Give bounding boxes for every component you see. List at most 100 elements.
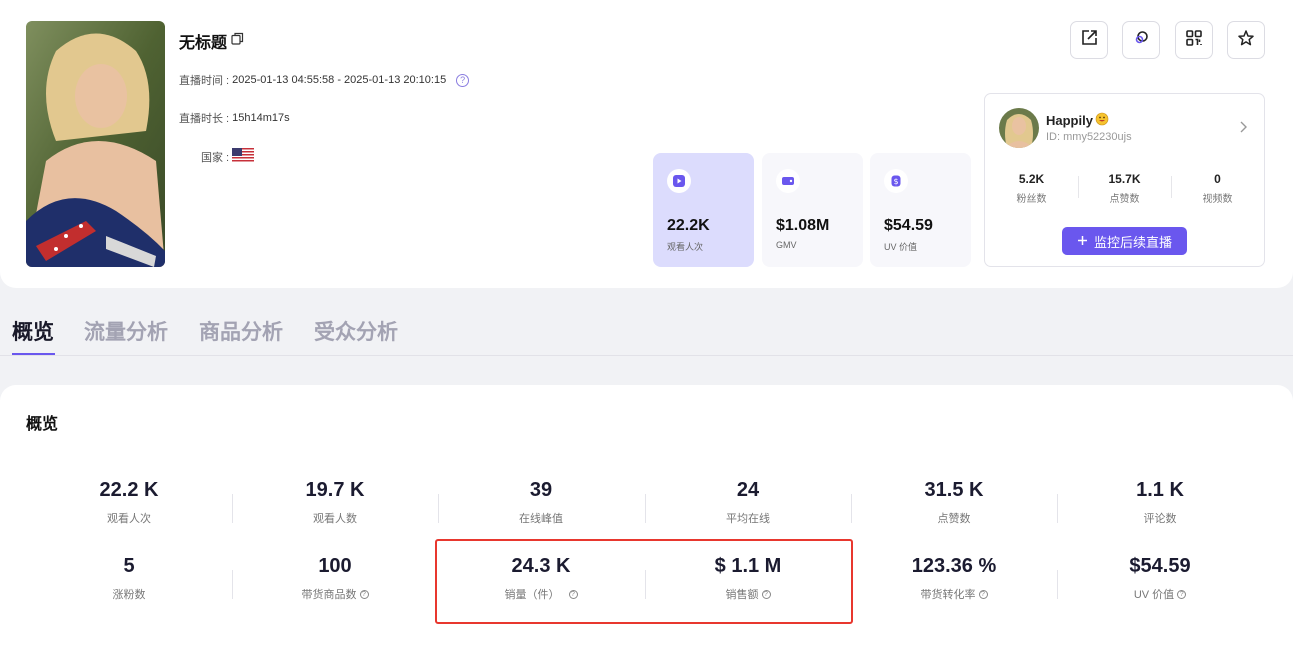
metric-label: 点赞数 (851, 510, 1057, 526)
creator-name-text: Happily (1046, 113, 1093, 128)
qr-code-icon (1185, 29, 1203, 52)
emoji-icon (1095, 112, 1109, 129)
broadcast-time: 直播时间 : 2025-01-13 04:55:58 - 2025-01-13 … (179, 72, 470, 88)
external-link-icon (1080, 29, 1098, 52)
metric-label-text: UV 价值 (1133, 589, 1175, 601)
metric-avg-online: 24 平均在线 (645, 479, 851, 526)
highlight-box (435, 539, 853, 624)
metric-value: 1.1 K (1136, 479, 1184, 501)
kpi-gmv-value: $1.08M (776, 217, 830, 234)
metric-label-text: 观看人数 (313, 513, 357, 525)
metric-label: 观看人次 (26, 510, 232, 526)
metric-viewers: 19.7 K 观看人数 (232, 479, 438, 526)
kpi-views[interactable]: 22.2K 观看人次 (653, 153, 754, 267)
overview-title: 概览 (26, 416, 59, 433)
coin-icon: $ (884, 169, 908, 193)
metric-label: 涨粉数 (26, 586, 232, 602)
play-icon (667, 169, 691, 193)
kpi-views-label: 观看人次 (667, 242, 704, 252)
metric-label-text: 带货商品数 (301, 589, 357, 601)
metric-value: 123.36 % (911, 555, 997, 577)
metric-label: 在线峰值 (438, 510, 644, 526)
videos-label: 视频数 (1202, 194, 1233, 205)
metric-label: 评论数 (1057, 510, 1263, 526)
likes-value: 15.7K (1108, 172, 1141, 186)
metric-label-text: 带货转化率 (920, 589, 976, 601)
copy-icon[interactable] (231, 32, 244, 50)
metric-value: 31.5 K (924, 479, 984, 501)
live-summary-card: 无标题 直播时间 : 2025-01-13 04:55:58 - 2025-01… (0, 0, 1293, 288)
kpi-views-value: 22.2K (667, 217, 710, 234)
metric-comments: 1.1 K 评论数 (1057, 479, 1263, 526)
metric-label: 带货转化率? (851, 586, 1057, 602)
followers-value: 5.2K (1018, 172, 1045, 186)
creator-name[interactable]: Happily (1046, 112, 1109, 129)
metric-label-text: 涨粉数 (112, 589, 146, 601)
broadcast-time-label: 直播时间 : (179, 75, 230, 87)
share-button[interactable] (1070, 21, 1108, 59)
metric-label: 带货商品数? (232, 586, 438, 602)
kpi-gmv-label: GMV (776, 240, 797, 250)
qr-code-button[interactable] (1175, 21, 1213, 59)
tab-product-analysis[interactable]: 商品分析 (199, 316, 283, 346)
link-button[interactable] (1122, 21, 1160, 59)
duration-label: 直播时长 : (179, 113, 230, 125)
metric-label-text: 评论数 (1143, 513, 1177, 525)
metric-label-text: 点赞数 (937, 513, 971, 525)
stream-thumbnail[interactable] (26, 21, 165, 267)
help-icon[interactable]: ? (1177, 589, 1187, 599)
svg-text:$: $ (893, 177, 898, 186)
monitor-live-button[interactable]: 监控后续直播 (1062, 227, 1187, 255)
metric-conversion-rate: 123.36 % 带货转化率? (851, 555, 1057, 602)
creator-followers: 5.2K 粉丝数 (985, 172, 1078, 205)
metric-label-text: 平均在线 (726, 513, 770, 525)
active-tab-indicator (12, 353, 55, 355)
creator-likes: 15.7K 点赞数 (1078, 172, 1171, 205)
metric-peak-online: 39 在线峰值 (438, 479, 644, 526)
overview-panel: 概览 22.2 K 观看人次 19.7 K 观看人数 39 在线峰值 24 平均… (0, 385, 1293, 648)
metric-views: 22.2 K 观看人次 (26, 479, 232, 526)
link-icon (1132, 29, 1150, 52)
kpi-gmv[interactable]: $1.08M GMV (762, 153, 863, 267)
metric-label-text: 观看人次 (107, 513, 151, 525)
creator-videos: 0 视频数 (1171, 172, 1264, 205)
help-icon[interactable]: ? (456, 73, 470, 87)
avatar[interactable] (999, 108, 1039, 148)
metric-new-followers: 5 涨粉数 (26, 555, 232, 602)
metric-value: 5 (123, 555, 135, 577)
creator-card[interactable]: Happily ID: mmy52230ujs 5.2K 粉丝数 15.7K 点… (984, 93, 1265, 267)
tab-overview[interactable]: 概览 (12, 316, 54, 346)
metric-products: 100 带货商品数? (232, 555, 438, 602)
metric-value: 24 (736, 479, 760, 501)
favorite-button[interactable] (1227, 21, 1265, 59)
metric-value: 19.7 K (305, 479, 365, 501)
likes-label: 点赞数 (1109, 194, 1140, 205)
metric-likes: 31.5 K 点赞数 (851, 479, 1057, 526)
tab-traffic-analysis[interactable]: 流量分析 (84, 316, 168, 346)
us-flag-icon (232, 148, 255, 166)
tab-audience-analysis[interactable]: 受众分析 (314, 316, 398, 346)
metric-label-text: 在线峰值 (519, 513, 563, 525)
kpi-uv-value-label: UV 价值 (884, 242, 918, 252)
chevron-right-icon[interactable] (1238, 120, 1248, 139)
help-icon[interactable]: ? (978, 589, 988, 599)
analysis-tabs: 概览 流量分析 商品分析 受众分析 (0, 316, 1293, 356)
duration-value: 15h14m17s (232, 112, 290, 124)
metric-label: 平均在线 (645, 510, 851, 526)
monitor-live-label: 监控后续直播 (1093, 234, 1172, 250)
creator-id: ID: mmy52230ujs (1046, 131, 1132, 143)
country: 国家 : (201, 148, 255, 166)
help-icon[interactable]: ? (359, 589, 369, 599)
stream-title-text: 无标题 (179, 35, 228, 52)
metric-uv-value: $54.59 UV 价值? (1057, 555, 1263, 602)
plus-icon (1077, 234, 1088, 249)
wallet-icon (776, 169, 800, 193)
metric-value: 39 (529, 479, 553, 501)
kpi-uv-value-number: $54.59 (884, 217, 933, 234)
kpi-uv-value[interactable]: $ $54.59 UV 价值 (870, 153, 971, 267)
videos-value: 0 (1214, 172, 1221, 186)
metric-label: UV 价值? (1057, 586, 1263, 602)
broadcast-time-value: 2025-01-13 04:55:58 - 2025-01-13 20:10:1… (232, 74, 447, 86)
metric-value: 100 (318, 555, 352, 577)
stream-title: 无标题 (179, 29, 244, 53)
